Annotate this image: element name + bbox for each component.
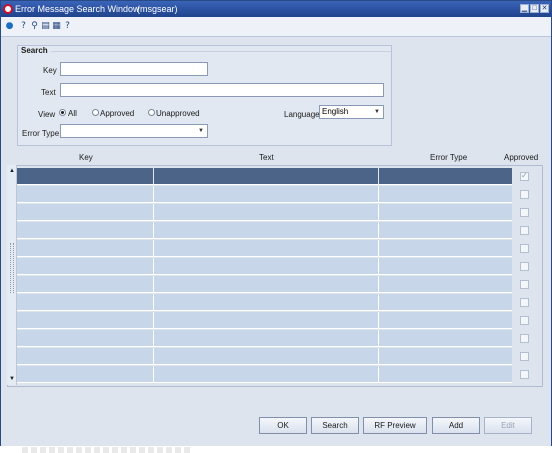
column-header-error-type[interactable]: Error Type xyxy=(430,152,467,164)
table-row[interactable] xyxy=(17,330,512,347)
column-divider xyxy=(153,168,154,184)
column-divider xyxy=(153,312,154,328)
text-label: Text xyxy=(41,88,56,97)
view-label: View xyxy=(38,110,56,119)
approved-checkbox[interactable] xyxy=(520,226,529,235)
table-row[interactable] xyxy=(17,204,512,221)
toolbar: ● ? ⚲ ▤ ▦ ? xyxy=(1,17,551,37)
rf-preview-button[interactable]: RF Preview xyxy=(363,417,427,434)
table-row[interactable] xyxy=(17,276,512,293)
whats-this-icon[interactable]: ? xyxy=(62,20,73,33)
column-divider xyxy=(153,330,154,346)
minimize-button[interactable]: ▁ xyxy=(520,4,529,13)
scroll-thumb[interactable] xyxy=(10,243,14,293)
globe-icon[interactable]: ● xyxy=(4,20,15,33)
error-type-label: Error Type xyxy=(22,129,60,138)
view-all-label[interactable]: All xyxy=(68,108,77,119)
column-divider xyxy=(153,276,154,292)
language-select[interactable]: English ▼ xyxy=(319,105,384,119)
column-divider xyxy=(153,186,154,202)
column-divider xyxy=(153,258,154,274)
background-artifact xyxy=(22,447,192,453)
window-title: Error Message Search Window xyxy=(15,4,140,14)
approved-checkbox[interactable] xyxy=(520,370,529,379)
column-divider xyxy=(378,348,379,364)
chevron-down-icon[interactable]: ▼ xyxy=(372,107,382,117)
title-bar[interactable]: Error Message Search Window (msgsear) ▁ … xyxy=(1,1,551,17)
approved-checkbox[interactable] xyxy=(520,298,529,307)
key-input[interactable] xyxy=(60,62,208,76)
scroll-up-icon[interactable]: ▲ xyxy=(7,166,17,176)
view-approved-label[interactable]: Approved xyxy=(100,108,134,119)
document-icon[interactable]: ▤ xyxy=(40,20,51,33)
vertical-scrollbar[interactable]: ▲ ▼ xyxy=(7,165,17,385)
oracle-logo-icon xyxy=(3,4,13,14)
approved-checkbox[interactable] xyxy=(520,244,529,253)
column-divider xyxy=(378,312,379,328)
view-all-radio[interactable] xyxy=(59,109,66,116)
ok-button[interactable]: OK xyxy=(259,417,307,434)
table-row[interactable] xyxy=(17,240,512,257)
table-row[interactable] xyxy=(17,222,512,239)
chevron-down-icon[interactable]: ▼ xyxy=(196,126,206,136)
column-divider xyxy=(378,276,379,292)
legend-divider xyxy=(51,51,391,52)
column-divider xyxy=(378,168,379,184)
column-divider xyxy=(153,366,154,382)
column-divider xyxy=(153,294,154,310)
table-row[interactable] xyxy=(17,186,512,203)
column-divider xyxy=(153,348,154,364)
approved-checkbox[interactable] xyxy=(520,352,529,361)
language-value: English xyxy=(322,107,349,116)
table-row[interactable] xyxy=(17,294,512,311)
search-button[interactable]: Search xyxy=(311,417,359,434)
search-icon[interactable]: ⚲ xyxy=(29,20,40,33)
error-type-select[interactable]: ▼ xyxy=(60,124,208,138)
column-header-key[interactable]: Key xyxy=(79,152,93,164)
table-row[interactable] xyxy=(17,168,512,185)
column-divider xyxy=(378,258,379,274)
scroll-down-icon[interactable]: ▼ xyxy=(7,374,17,384)
view-approved-radio[interactable] xyxy=(92,109,99,116)
column-divider xyxy=(378,366,379,382)
maximize-button[interactable]: □ xyxy=(530,4,539,13)
view-unapproved-label[interactable]: Unapproved xyxy=(156,108,200,119)
column-divider xyxy=(378,222,379,238)
key-label: Key xyxy=(43,66,57,75)
column-divider xyxy=(378,330,379,346)
view-unapproved-radio[interactable] xyxy=(148,109,155,116)
column-divider xyxy=(153,204,154,220)
search-legend: Search xyxy=(21,46,48,55)
approved-checkbox[interactable] xyxy=(520,208,529,217)
column-header-approved[interactable]: Approved xyxy=(504,152,538,164)
approved-checkbox[interactable] xyxy=(520,262,529,271)
approved-checkbox[interactable] xyxy=(520,280,529,289)
approved-checkbox[interactable] xyxy=(520,334,529,343)
approved-checkbox[interactable] xyxy=(520,171,529,181)
column-header-text[interactable]: Text xyxy=(259,152,274,164)
approved-checkbox[interactable] xyxy=(520,190,529,199)
table-row[interactable] xyxy=(17,366,512,383)
column-divider xyxy=(378,240,379,256)
column-divider xyxy=(153,222,154,238)
window-code: (msgsear) xyxy=(137,4,178,14)
error-message-search-window: Error Message Search Window (msgsear) ▁ … xyxy=(0,0,552,453)
close-button[interactable]: ✕ xyxy=(540,4,549,13)
add-button[interactable]: Add xyxy=(432,417,480,434)
grid-icon[interactable]: ▦ xyxy=(51,20,62,33)
edit-button[interactable]: Edit xyxy=(484,417,532,434)
column-divider xyxy=(153,240,154,256)
help-icon[interactable]: ? xyxy=(18,20,29,33)
column-divider xyxy=(378,204,379,220)
column-divider xyxy=(378,294,379,310)
text-input[interactable] xyxy=(60,83,384,97)
approved-checkbox[interactable] xyxy=(520,316,529,325)
table-row[interactable] xyxy=(17,258,512,275)
table-row[interactable] xyxy=(17,348,512,365)
column-divider xyxy=(378,186,379,202)
language-label: Language xyxy=(284,110,320,119)
table-row[interactable] xyxy=(17,312,512,329)
